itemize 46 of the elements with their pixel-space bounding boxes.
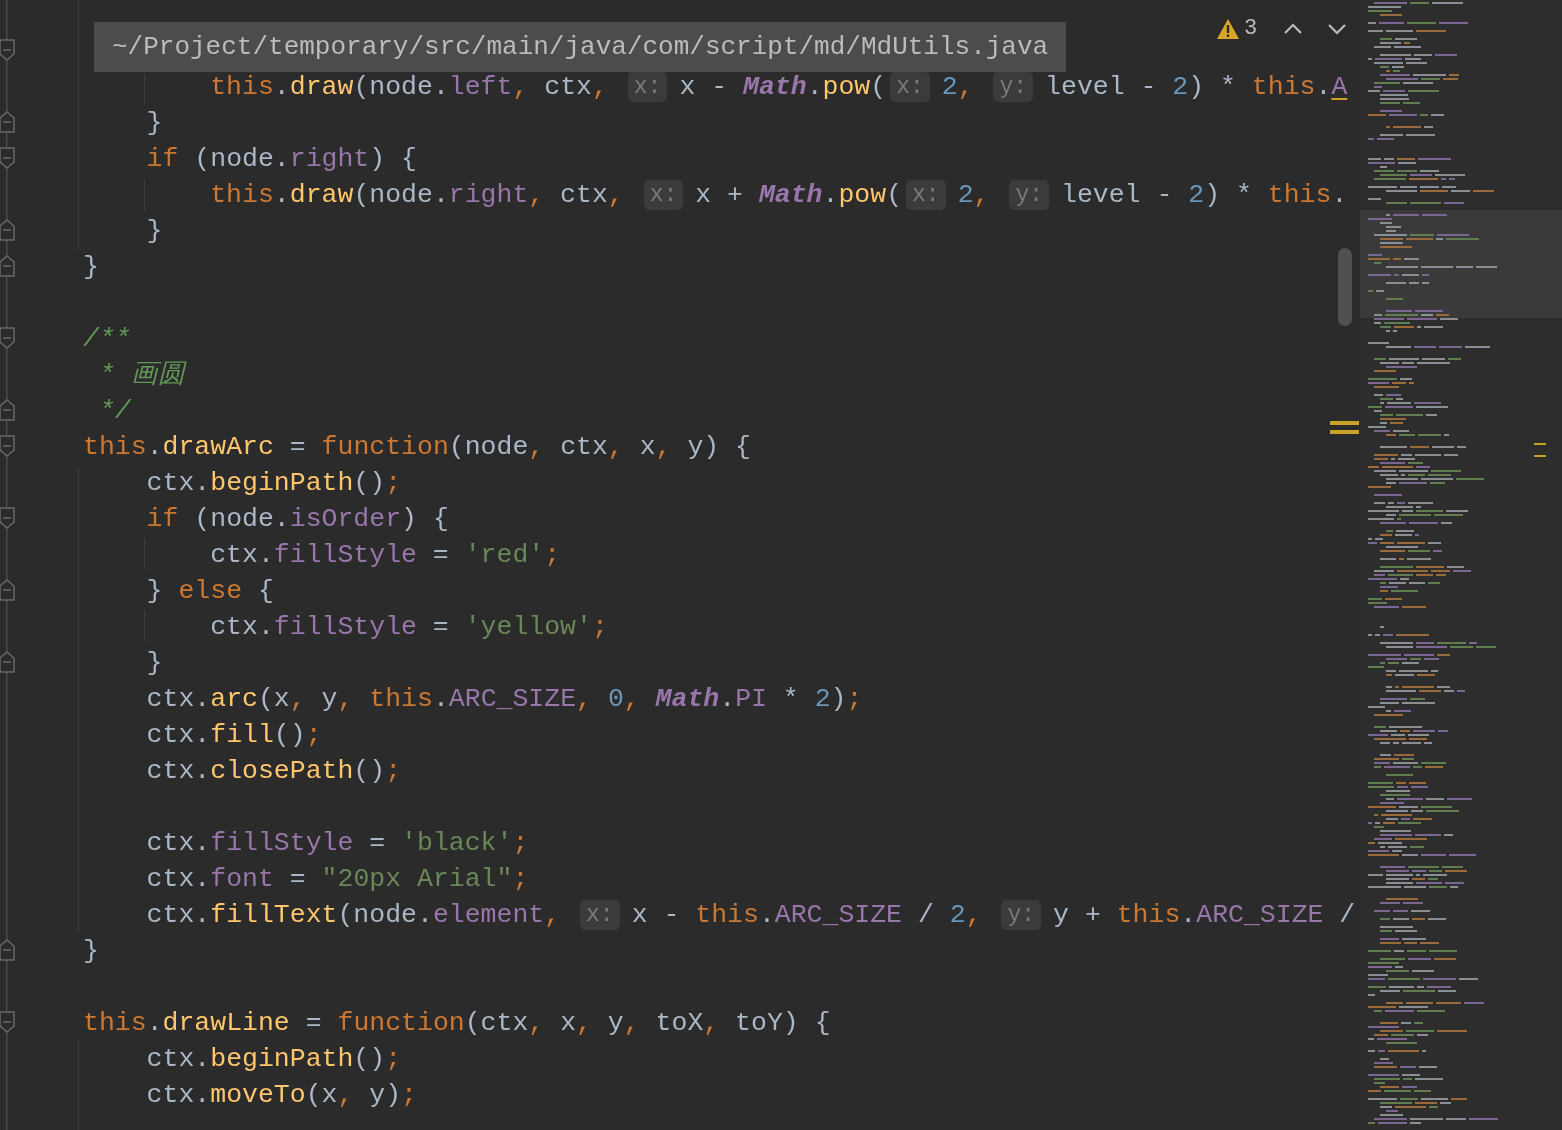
code-line: ctx.fillStyle = 'black'; [145,827,529,860]
code-line: this.draw(node.left, ctx, x: x - Math.pow( x: 2, y: level - 2) * this.A [209,71,1348,104]
code-line: ctx.fillStyle = 'yellow'; [209,611,608,644]
warning-marker-icon[interactable] [1330,421,1359,435]
code-line: this.drawArc = function(node, ctx, x, y) { [83,431,751,464]
fold-icon[interactable] [0,579,15,601]
file-path-tooltip: ~/Project/temporary/src/main/java/com/script/md/MdUtils.java [94,22,1067,72]
code-line: } [83,251,99,284]
code-line: } [145,647,163,680]
code-line: ctx.fillStyle = 'red'; [209,539,561,572]
warning-icon [1216,17,1240,40]
next-highlight-icon[interactable] [1327,21,1348,36]
fold-icon[interactable] [0,111,15,133]
code-line: ctx.fill(); [145,719,322,752]
fold-icon[interactable] [0,39,15,61]
fold-icon[interactable] [0,327,15,349]
fold-icon[interactable] [0,651,15,673]
code-line: ctx.beginPath(); [145,1043,402,1076]
code-line: } else { [145,575,274,608]
code-line: /** [83,323,131,356]
fold-icon[interactable] [0,399,15,421]
code-line: } [145,215,163,248]
fold-icon[interactable] [0,435,15,457]
fold-icon[interactable] [0,1011,15,1033]
fold-icon[interactable] [0,147,15,169]
fold-icon[interactable] [0,219,15,241]
code-line: * 画圆 [97,359,185,392]
fold-icon[interactable] [0,939,15,961]
code-line: */ [97,395,131,428]
fold-icon[interactable] [0,255,15,277]
code-line: ctx.closePath(); [145,755,402,788]
code-line: ctx.arc(x, y, this.ARC_SIZE, 0, Math.PI * 2); [145,683,863,716]
code-line: this.draw(node.right, ctx, x: x + Math.pow( x: 2, y: level - 2) * this. [209,179,1348,212]
warning-count[interactable]: 3 [1244,12,1258,45]
code-line: if (node.isOrder) { [145,503,449,536]
code-line: } [145,107,163,140]
previous-highlight-icon[interactable] [1283,21,1304,36]
code-line: ctx.moveTo(x, y); [145,1079,417,1112]
code-line: } [83,935,99,968]
code-line: this.drawLine = function(ctx, x, y, toX, toY) { [83,1007,831,1040]
code-line: if (node.right) { [145,143,417,176]
code-line: ctx.font = "20px Arial"; [145,863,529,896]
code-line: ctx.fillText(node.element, x: x - this.ARC_SIZE / 2, y: y + this.ARC_SIZE / [145,899,1356,932]
code-line: ctx.beginPath(); [145,467,402,500]
fold-icon[interactable] [0,507,15,529]
scrollbar-thumb[interactable] [1338,248,1352,326]
